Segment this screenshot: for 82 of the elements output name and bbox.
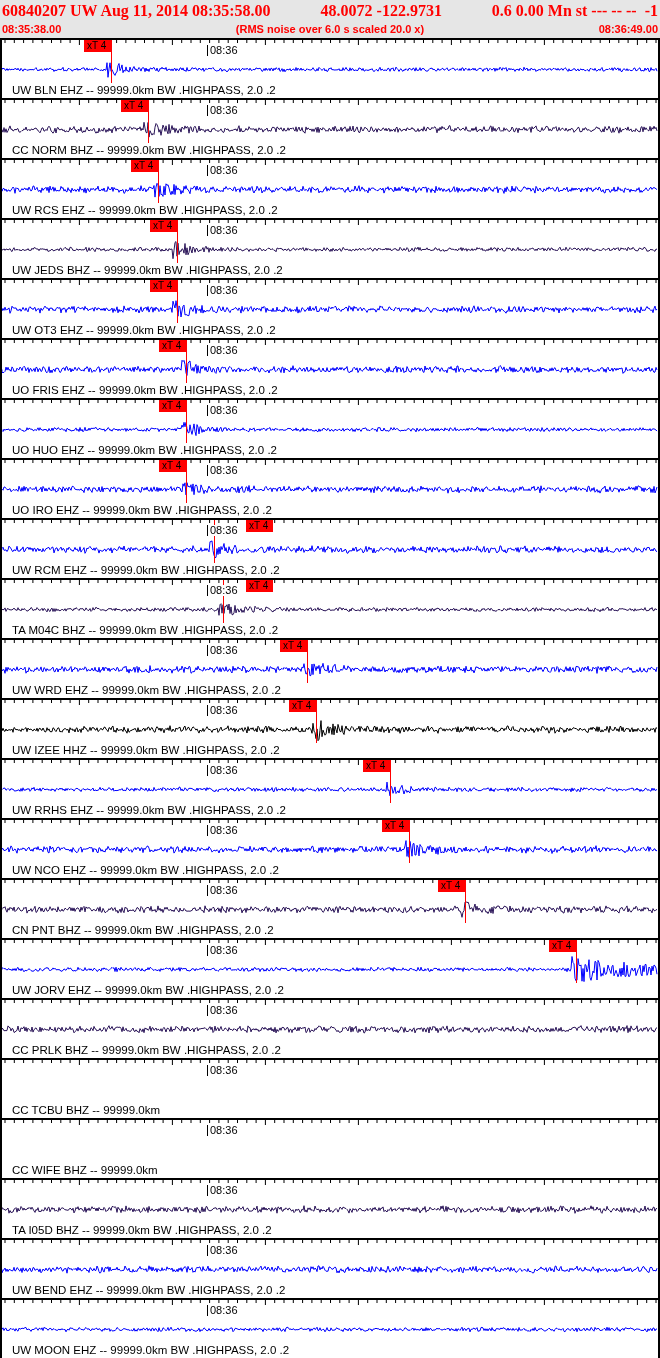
pick-label: xT 4 xyxy=(150,220,177,232)
event-title: 60840207 UW Aug 11, 2014 08:35:58.00 xyxy=(2,2,271,20)
pick-label: xT 4 xyxy=(159,400,186,412)
pick-label: xT 4 xyxy=(121,100,148,112)
pick-line xyxy=(307,640,308,683)
channel-label: UW RCM EHZ -- 99999.0km BW .HIGHPASS, 2.0 .2 xyxy=(12,563,280,577)
channel-label: CC NORM BHZ -- 99999.0km BW .HIGHPASS, 2.0 .2 xyxy=(12,143,286,157)
time-label: 08:36 xyxy=(207,1185,238,1196)
pick-line xyxy=(158,160,159,203)
pick-label: xT 4 xyxy=(246,520,273,532)
time-label: 08:36 xyxy=(207,1065,238,1076)
pick-label: xT 4 xyxy=(363,760,390,772)
channel-label: CC PRLK BHZ -- 99999.0km BW .HIGHPASS, 2.0 .2 xyxy=(12,1043,281,1057)
time-label: 08:36 xyxy=(207,705,238,716)
time-label: 08:36 xyxy=(207,585,238,596)
channel-label: UO IRO EHZ -- 99999.0km BW .HIGHPASS, 2.0 .2 xyxy=(12,503,272,517)
channel-label: UW IZEE HHZ -- 99999.0km BW .HIGHPASS, 2.0 .2 xyxy=(12,743,280,757)
pick-line xyxy=(186,400,187,443)
channel-label: UW BEND EHZ -- 99999.0km BW .HIGHPASS, 2.0 .2 xyxy=(12,1283,286,1297)
time-label: 08:36 xyxy=(207,885,238,896)
pick-line xyxy=(409,820,410,863)
channel-label: CN PNT BHZ -- 99999.0km BW .HIGHPASS, 2.0 .2 xyxy=(12,923,274,937)
channel-label: TA M04C BHZ -- 99999.0km BW .HIGHPASS, 2.0 .2 xyxy=(12,623,279,637)
pick-label: xT 4 xyxy=(159,460,186,472)
pick-line xyxy=(111,40,112,83)
time-label: 08:36 xyxy=(207,945,238,956)
channel-label: CC TCBU BHZ -- 99999.0km xyxy=(12,1103,161,1117)
pick-line xyxy=(465,880,466,923)
time-label: 08:36 xyxy=(207,405,238,416)
time-label: 08:36 xyxy=(207,285,238,296)
time-label: 08:36 xyxy=(207,225,238,236)
time-label: 08:36 xyxy=(207,1305,238,1316)
time-label: 08:36 xyxy=(207,765,238,776)
pick-label: xT 4 xyxy=(382,820,409,832)
pick-line xyxy=(177,220,178,263)
time-label: 08:36 xyxy=(207,105,238,116)
pick-label: xT 4 xyxy=(246,580,273,592)
time-label: 08:36 xyxy=(207,345,238,356)
pick-label: xT 4 xyxy=(84,40,111,52)
channel-label: UW OT3 EHZ -- 99999.0km BW .HIGHPASS, 2.0 .2 xyxy=(12,323,276,337)
event-magnitude: 0.6 0.00 Mn st --- -- -- -1 xyxy=(491,2,658,20)
pick-line xyxy=(186,460,187,503)
event-location: 48.0072 -122.9731 xyxy=(320,2,442,20)
pick-line xyxy=(223,580,224,623)
channel-label: UW NCO EHZ -- 99999.0km BW .HIGHPASS, 2.0 .2 xyxy=(12,863,279,877)
channel-label: UW RCS EHZ -- 99999.0km BW .HIGHPASS, 2.0 .2 xyxy=(12,203,278,217)
channel-label: UW BLN EHZ -- 99999.0km BW .HIGHPASS, 2.0 .2 xyxy=(12,83,276,97)
pick-line xyxy=(576,940,577,983)
channel-label: UO FRIS EHZ -- 99999.0km BW .HIGHPASS, 2.0 .2 xyxy=(12,383,278,397)
scale-note: (RMS noise over 6.0 s scaled 20.0 x) xyxy=(235,23,425,35)
pick-line xyxy=(148,100,149,143)
time-label: 08:36 xyxy=(207,1245,238,1256)
time-label: 08:36 xyxy=(207,165,238,176)
time-label: 08:36 xyxy=(207,1125,238,1136)
start-time: 08:35:38.00 xyxy=(2,23,62,35)
pick-label: xT 4 xyxy=(280,640,307,652)
pick-line xyxy=(186,340,187,383)
pick-label: xT 4 xyxy=(150,280,177,292)
channel-label: UW RRHS EHZ -- 99999.0km BW .HIGHPASS, 2.0 .2 xyxy=(12,803,286,817)
end-time: 08:36:49.00 xyxy=(598,23,658,35)
channel-label: UW JEDS BHZ -- 99999.0km BW .HIGHPASS, 2.0 .2 xyxy=(12,263,283,277)
channel-label: UW JORV EHZ -- 99999.0km BW .HIGHPASS, 2.0 .2 xyxy=(12,983,284,997)
time-label: 08:36 xyxy=(207,1005,238,1016)
pick-label: xT 4 xyxy=(159,340,186,352)
pick-label: xT 4 xyxy=(131,160,158,172)
pick-label: xT 4 xyxy=(289,700,316,712)
time-label: 08:36 xyxy=(207,825,238,836)
pick-line xyxy=(316,700,317,743)
pick-label: xT 4 xyxy=(438,880,465,892)
time-label: 08:36 xyxy=(207,645,238,656)
time-label: 08:36 xyxy=(207,465,238,476)
time-label: 08:36 xyxy=(207,45,238,56)
channel-label: CC WIFE BHZ -- 99999.0km xyxy=(12,1163,158,1177)
pick-label: xT 4 xyxy=(549,940,576,952)
time-label: 08:36 xyxy=(207,525,238,536)
channel-label: UW WRD EHZ -- 99999.0km BW .HIGHPASS, 2.0 .2 xyxy=(12,683,281,697)
pick-line xyxy=(177,280,178,323)
pick-line xyxy=(214,520,215,563)
channel-label: UW MOON EHZ -- 99999.0km BW .HIGHPASS, 2.0 .2 xyxy=(12,1343,290,1357)
channel-label: UO HUO EHZ -- 99999.0km BW .HIGHPASS, 2.0 .2 xyxy=(12,443,277,457)
pick-line xyxy=(390,760,391,803)
channel-label: TA I05D BHZ -- 99999.0km BW .HIGHPASS, 2.0 .2 xyxy=(12,1223,272,1237)
